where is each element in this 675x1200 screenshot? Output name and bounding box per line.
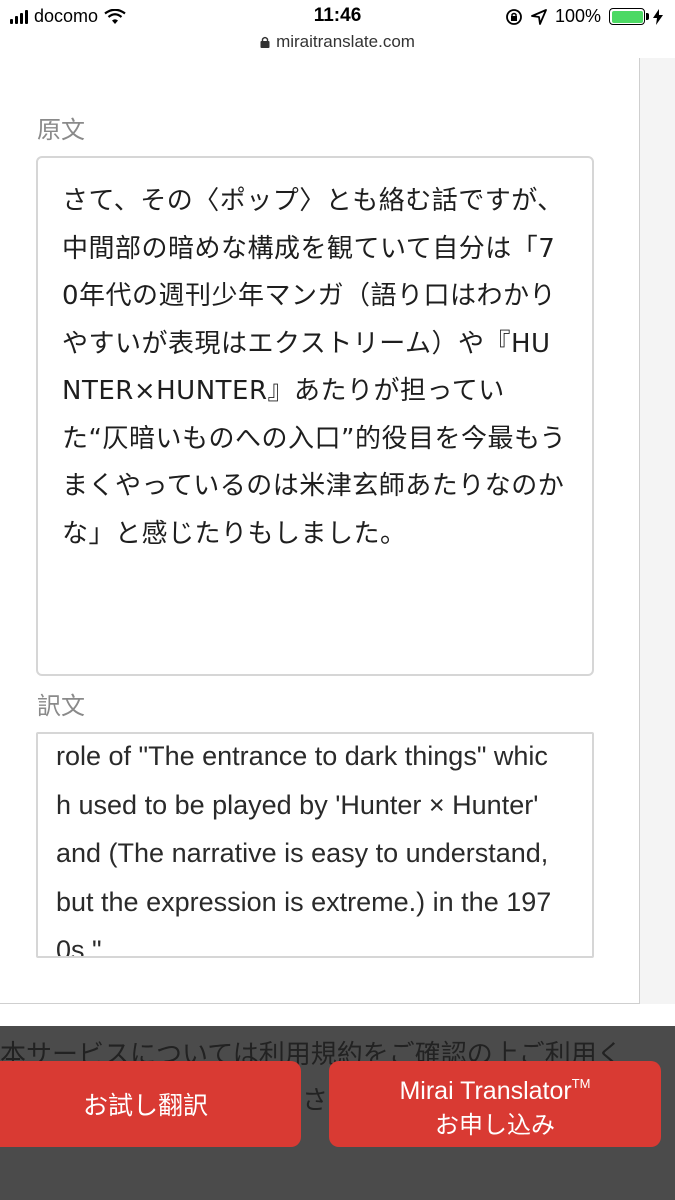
apply-button-title: Mirai TranslatorTM: [399, 1075, 591, 1105]
status-right: 100%: [505, 6, 663, 27]
target-output[interactable]: role of "The entrance to dark things" wh…: [36, 732, 594, 958]
translation-card: 原文 さて、その〈ポップ〉とも絡む話ですが、中間部の暗めな構成を観ていて自分は「…: [0, 58, 640, 1004]
apply-button-subtitle: お申し込み: [435, 1110, 555, 1139]
location-icon: [531, 8, 547, 25]
trial-button-label: お試し翻訳: [82, 1091, 208, 1120]
trial-translation-button[interactable]: お試し翻訳: [0, 1061, 301, 1147]
page-margin: [640, 58, 675, 1004]
source-label: 原文: [37, 116, 85, 144]
status-bar: docomo 11:46 100%: [0, 0, 675, 34]
apply-button[interactable]: Mirai TranslatorTM お申し込み: [329, 1061, 661, 1147]
charging-icon: [653, 8, 663, 25]
url-bar[interactable]: miraitranslate.com: [0, 32, 675, 56]
rotation-lock-icon: [506, 8, 522, 25]
battery-icon: [609, 8, 649, 25]
url-text: miraitranslate.com: [276, 32, 415, 51]
battery-percent: 100%: [554, 6, 601, 26]
target-label: 訳文: [37, 692, 85, 720]
source-text: さて、その〈ポップ〉とも絡む話ですが、中間部の暗めな構成を観ていて自分は「70年…: [62, 186, 567, 549]
lock-icon: [260, 36, 270, 48]
target-text: role of "The entrance to dark things" wh…: [56, 741, 552, 958]
source-textarea[interactable]: さて、その〈ポップ〉とも絡む話ですが、中間部の暗めな構成を観ていて自分は「70年…: [36, 156, 594, 676]
